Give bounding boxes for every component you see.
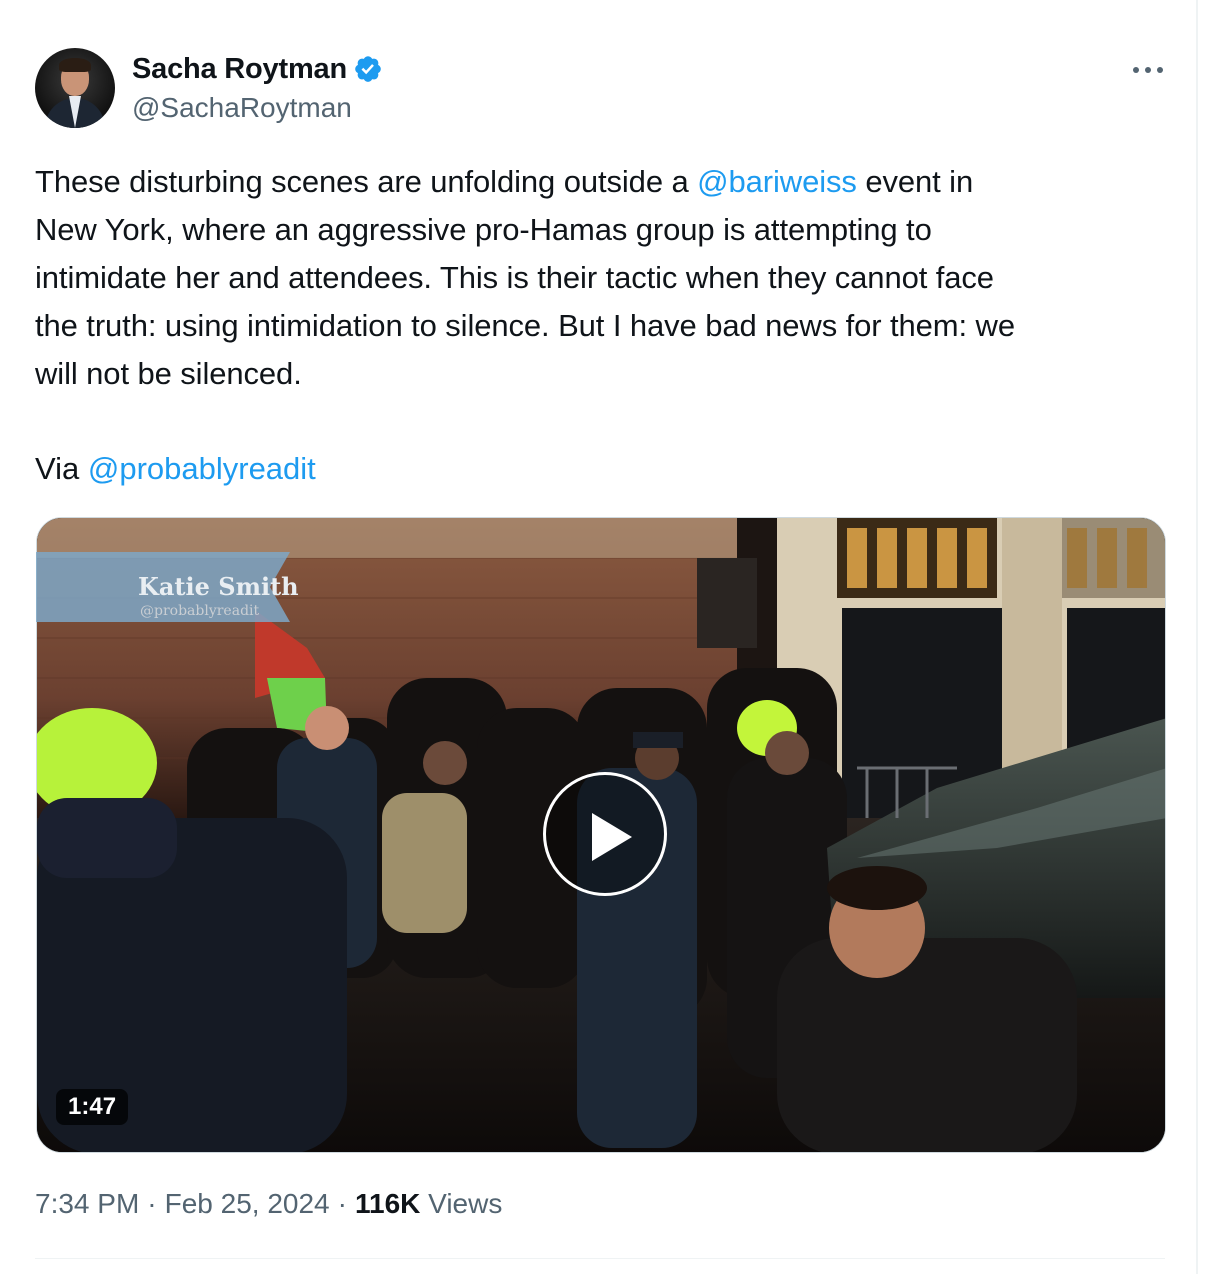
watermark-handle: @probablyreadit (140, 603, 260, 619)
tweet-line: New York, where an aggressive pro-Hamas … (35, 212, 932, 247)
tweet-time[interactable]: 7:34 PM (35, 1188, 139, 1219)
tweet-line: the truth: using intimidation to silence… (35, 308, 1015, 343)
views-count: 116K (354, 1188, 421, 1219)
meta-separator: · (147, 1188, 157, 1219)
tweet-text-segment: These disturbing scenes are unfolding ou… (35, 164, 698, 199)
avatar-hair (59, 58, 91, 72)
divider (35, 1258, 1165, 1259)
via-mention-link[interactable]: @probablyreadit (88, 451, 316, 486)
mention-link[interactable]: @bariweiss (697, 164, 857, 199)
author-handle[interactable]: @SachaRoytman (132, 92, 352, 124)
avatar[interactable] (35, 48, 115, 128)
play-icon (592, 813, 632, 861)
watermark-name: Katie Smith (138, 572, 299, 601)
play-button[interactable] (543, 772, 667, 896)
via-line: Via @probablyreadit (35, 445, 316, 493)
tweet-card: Sacha Roytman @SachaRoytman These distur… (0, 0, 1198, 1274)
tweet-meta: 7:34 PM · Feb 25, 2024 · 116K Views (35, 1188, 502, 1220)
tweet-text-segment: event in (856, 164, 974, 199)
author-display-name[interactable]: Sacha Roytman (132, 53, 347, 86)
verified-badge-icon[interactable] (353, 54, 383, 84)
tweet-line: These disturbing scenes are unfolding ou… (35, 158, 1175, 206)
meta-separator: · (337, 1188, 347, 1219)
views-label: Views (428, 1188, 503, 1219)
author-name-row: Sacha Roytman (132, 52, 383, 86)
via-label: Via (35, 451, 88, 486)
tweet-line: intimidate her and attendees. This is th… (35, 260, 994, 295)
tweet-line: will not be silenced. (35, 356, 302, 391)
tweet-date[interactable]: Feb 25, 2024 (165, 1188, 330, 1219)
tweet-text: These disturbing scenes are unfolding ou… (35, 158, 1175, 398)
video-duration: 1:47 (56, 1089, 129, 1125)
more-horizontal-icon[interactable] (1128, 60, 1168, 80)
